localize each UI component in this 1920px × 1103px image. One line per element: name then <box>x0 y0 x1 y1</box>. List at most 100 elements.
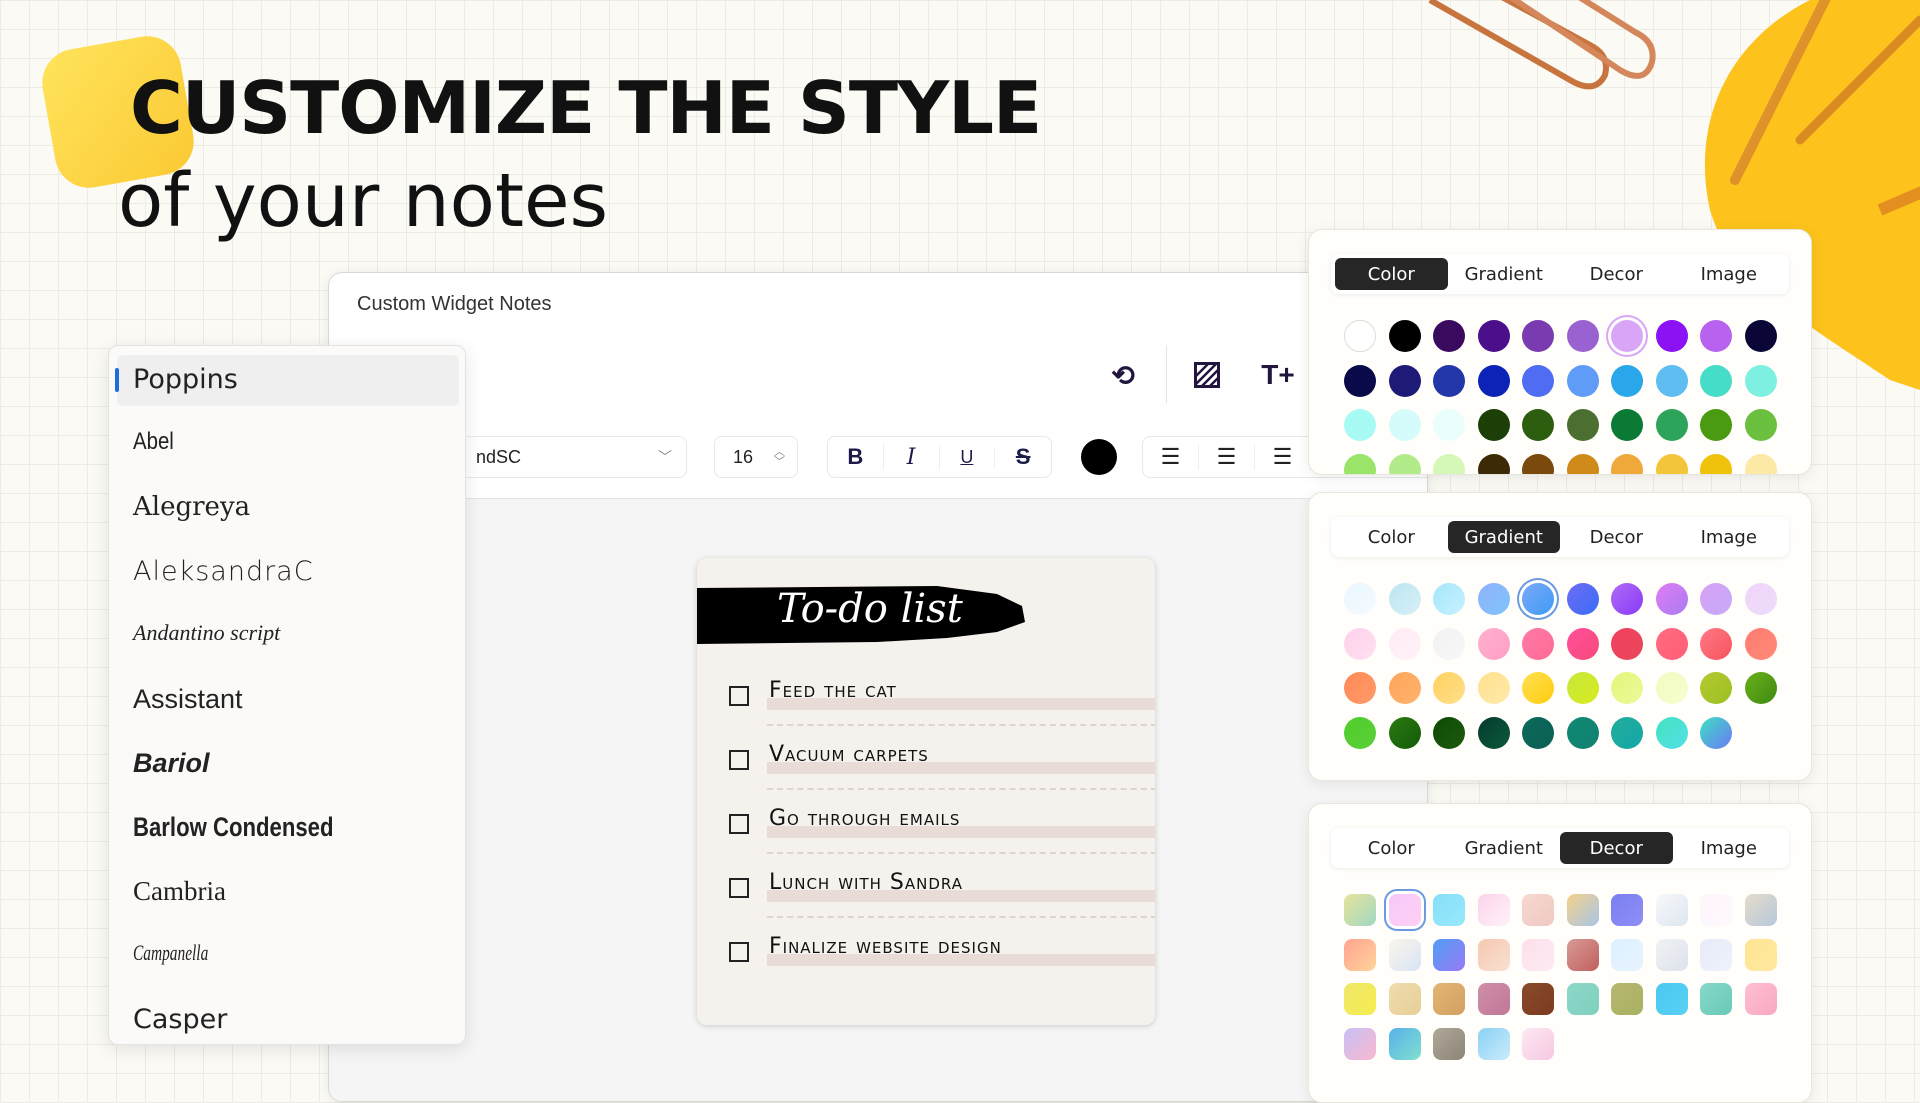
gradient-swatch[interactable] <box>1655 716 1688 749</box>
gradient-swatch[interactable] <box>1566 672 1599 704</box>
decor-swatch[interactable] <box>1433 938 1465 971</box>
gradient-swatch[interactable] <box>1477 672 1510 704</box>
color-swatch[interactable] <box>1744 320 1777 352</box>
decor-swatch[interactable] <box>1433 894 1465 926</box>
gradient-swatch[interactable] <box>1700 583 1732 615</box>
gradient-swatch[interactable] <box>1477 627 1510 660</box>
tab-image[interactable]: Image <box>1673 258 1786 290</box>
color-swatch[interactable] <box>1388 453 1421 474</box>
todo-checkbox[interactable] <box>729 942 749 962</box>
color-swatch[interactable] <box>1700 409 1732 441</box>
decor-swatch[interactable] <box>1744 894 1777 926</box>
decor-swatch[interactable] <box>1700 938 1732 971</box>
tab-gradient[interactable]: Gradient <box>1447 521 1560 553</box>
tab-gradient[interactable]: Gradient <box>1448 832 1561 864</box>
gradient-swatch[interactable] <box>1566 583 1599 615</box>
color-swatch[interactable] <box>1566 364 1599 397</box>
tab-image[interactable]: Image <box>1673 832 1786 864</box>
color-swatch[interactable] <box>1477 409 1510 441</box>
strikethrough-button[interactable]: S <box>995 444 1051 470</box>
color-swatch[interactable] <box>1655 320 1688 352</box>
gradient-swatch[interactable] <box>1344 583 1376 615</box>
decor-swatch[interactable] <box>1566 983 1599 1015</box>
color-swatch[interactable] <box>1655 409 1688 441</box>
color-swatch[interactable] <box>1744 364 1777 397</box>
color-swatch[interactable] <box>1522 409 1554 441</box>
todo-checkbox[interactable] <box>729 878 749 898</box>
font-option[interactable]: Poppins <box>133 364 238 395</box>
gradient-swatch[interactable] <box>1477 583 1510 615</box>
italic-button[interactable]: I <box>884 444 940 470</box>
gradient-swatch[interactable] <box>1344 627 1376 660</box>
decor-swatch[interactable] <box>1566 938 1599 971</box>
gradient-swatch[interactable] <box>1522 583 1554 615</box>
gradient-swatch[interactable] <box>1433 583 1465 615</box>
gradient-swatch[interactable] <box>1744 627 1777 660</box>
color-swatch[interactable] <box>1611 453 1643 474</box>
font-option[interactable]: Alegreya <box>133 492 250 522</box>
font-option[interactable]: Campanella <box>133 940 208 966</box>
align-center-icon[interactable]: ☰ <box>1199 444 1255 470</box>
decor-swatch[interactable] <box>1522 938 1554 971</box>
color-swatch[interactable] <box>1566 453 1599 474</box>
gradient-swatch[interactable] <box>1344 672 1376 704</box>
decor-swatch[interactable] <box>1477 983 1510 1015</box>
decor-swatch[interactable] <box>1477 894 1510 926</box>
decor-swatch[interactable] <box>1522 983 1554 1015</box>
decor-swatch[interactable] <box>1522 1027 1554 1060</box>
gradient-swatch[interactable] <box>1566 627 1599 660</box>
gradient-swatch[interactable] <box>1655 627 1688 660</box>
gradient-swatch[interactable] <box>1611 716 1643 749</box>
decor-swatch[interactable] <box>1388 894 1421 926</box>
decor-swatch[interactable] <box>1611 894 1643 926</box>
font-size-stepper[interactable]: 16 ︿ ﹀ <box>714 436 798 478</box>
gradient-swatch[interactable] <box>1388 716 1421 749</box>
gradient-swatch[interactable] <box>1522 672 1554 704</box>
color-swatch[interactable] <box>1433 409 1465 441</box>
gradient-swatch[interactable] <box>1477 716 1510 749</box>
color-swatch[interactable] <box>1344 364 1376 397</box>
decor-swatch[interactable] <box>1433 983 1465 1015</box>
tab-decor[interactable]: Decor <box>1560 258 1673 290</box>
gradient-swatch[interactable] <box>1655 583 1688 615</box>
decor-swatch[interactable] <box>1388 983 1421 1015</box>
font-option[interactable]: Bariol <box>133 748 210 779</box>
gradient-swatch[interactable] <box>1433 672 1465 704</box>
gradient-swatch[interactable] <box>1744 583 1777 615</box>
tab-decor[interactable]: Decor <box>1560 521 1673 553</box>
underline-button[interactable]: U <box>940 446 996 468</box>
color-swatch[interactable] <box>1700 453 1732 474</box>
decor-swatch[interactable] <box>1611 983 1643 1015</box>
decor-swatch[interactable] <box>1344 1027 1376 1060</box>
gradient-swatch[interactable] <box>1655 672 1688 704</box>
gradient-swatch[interactable] <box>1611 583 1643 615</box>
tab-color[interactable]: Color <box>1335 832 1448 864</box>
undo-icon[interactable]: ⟲ <box>1105 357 1141 393</box>
gradient-swatch[interactable] <box>1388 583 1421 615</box>
color-swatch[interactable] <box>1744 453 1777 474</box>
color-swatch[interactable] <box>1522 320 1554 352</box>
gradient-swatch[interactable] <box>1522 627 1554 660</box>
todo-checkbox[interactable] <box>729 814 749 834</box>
gradient-swatch[interactable] <box>1388 672 1421 704</box>
gradient-swatch[interactable] <box>1433 716 1465 749</box>
align-left-icon[interactable]: ☰ <box>1143 444 1199 470</box>
color-swatch[interactable] <box>1611 320 1643 352</box>
decor-swatch[interactable] <box>1477 1027 1510 1060</box>
font-option[interactable]: Cambria <box>133 876 226 907</box>
gradient-swatch[interactable] <box>1611 672 1643 704</box>
decor-swatch[interactable] <box>1388 938 1421 971</box>
bold-button[interactable]: B <box>828 444 884 470</box>
font-option[interactable]: Abel <box>133 428 174 456</box>
gradient-swatch[interactable] <box>1700 672 1732 704</box>
color-swatch[interactable] <box>1566 320 1599 352</box>
pattern-icon[interactable] <box>1189 357 1225 393</box>
align-right-icon[interactable]: ☰ <box>1255 444 1311 470</box>
gradient-swatch[interactable] <box>1700 716 1732 749</box>
decor-swatch[interactable] <box>1477 938 1510 971</box>
todo-checkbox[interactable] <box>729 750 749 770</box>
color-swatch[interactable] <box>1522 453 1554 474</box>
decor-swatch[interactable] <box>1700 894 1732 926</box>
gradient-swatch[interactable] <box>1744 672 1777 704</box>
color-swatch[interactable] <box>1388 364 1421 397</box>
